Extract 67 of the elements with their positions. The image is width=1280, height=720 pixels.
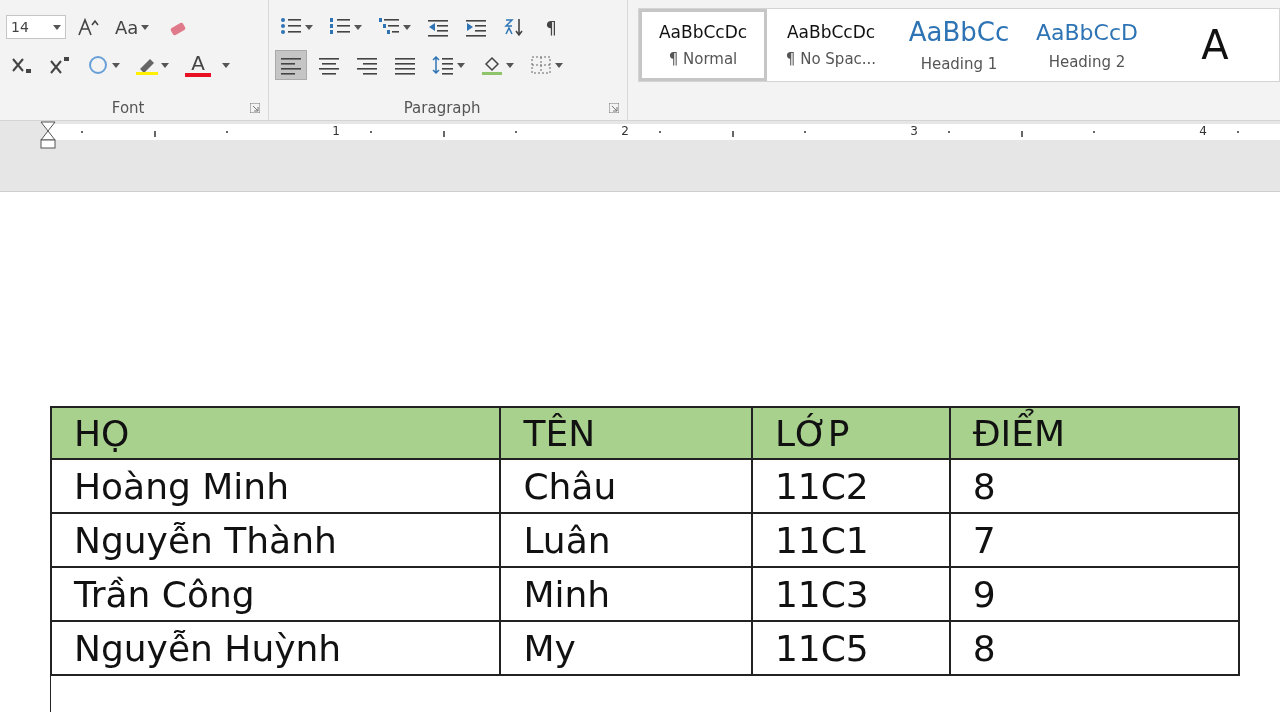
grow-font-icon [77, 17, 99, 37]
line-spacing-icon [432, 55, 455, 75]
dialog-launcher-icon[interactable] [609, 103, 619, 113]
table-cell: 9 [949, 567, 1239, 621]
table-cell: 11C5 [751, 621, 950, 675]
align-button[interactable] [275, 50, 308, 80]
caret-icon [354, 24, 363, 30]
caret-icon [457, 62, 466, 68]
show-marks-button[interactable]: ¶ [536, 12, 567, 42]
column-header: TÊN [500, 407, 752, 459]
dialog-launcher-icon[interactable] [250, 103, 261, 113]
table-cell: My [500, 621, 752, 675]
numbered-list-icon [329, 17, 352, 37]
table-cell: 11C2 [751, 459, 950, 513]
ruler-number: 1 [332, 124, 340, 138]
bullet-list-icon [280, 17, 303, 37]
ruler-number: 2 [621, 124, 629, 138]
change-case-button[interactable]: Aa [110, 12, 155, 42]
group-label: Paragraph [403, 99, 481, 117]
caret-icon [506, 62, 515, 68]
multilevel-list-icon [378, 17, 401, 37]
sort-icon [503, 17, 526, 37]
align-icon [280, 55, 303, 75]
outdent-icon [427, 17, 450, 37]
caret-icon [403, 24, 412, 30]
table-cell: Nguyễn Huỳnh [51, 621, 501, 675]
caret-icon [222, 62, 230, 68]
table-cell: 11C3 [751, 567, 950, 621]
align-icon [394, 55, 417, 75]
table-cell: 11C1 [751, 513, 950, 567]
caret-icon [161, 62, 169, 68]
align-icon [356, 55, 379, 75]
ruler-number: 4 [1199, 124, 1207, 138]
text-effects-icon [87, 55, 109, 75]
caret-icon [141, 24, 150, 30]
caret-icon [53, 24, 61, 30]
font-size-field[interactable]: 14 [6, 15, 66, 39]
style-option[interactable]: AaBbCc Heading 1 [895, 9, 1023, 81]
style-option[interactable]: A [1151, 9, 1279, 81]
paint-bucket-icon [481, 55, 504, 75]
indent-icon [465, 17, 488, 37]
column-header: HỌ [51, 407, 501, 459]
superscript-icon [49, 55, 71, 75]
table-cell: 7 [949, 513, 1239, 567]
align-icon [318, 55, 341, 75]
ruler-number: 3 [910, 124, 918, 138]
table-cell: Hoàng Minh [51, 459, 501, 513]
font-color-swatch [185, 73, 211, 77]
font-color-button[interactable]: A [180, 50, 216, 80]
style-option[interactable]: AaBbCcDc ¶ No Spac... [767, 9, 895, 81]
table-cell: Trần Công [51, 567, 501, 621]
group-label: Font [111, 99, 145, 117]
column-header: ĐIỂM [949, 407, 1239, 459]
column-header: LỚP [751, 407, 950, 459]
table-cell: Nguyễn Thành [51, 513, 501, 567]
borders-icon [530, 55, 553, 75]
caret-icon [555, 62, 564, 68]
table-cell: 8 [949, 621, 1239, 675]
table-cell: Minh [500, 567, 752, 621]
style-option[interactable]: AaBbCcD Heading 2 [1023, 9, 1151, 81]
table-cell: 8 [949, 459, 1239, 513]
table-cell: Luân [500, 513, 752, 567]
caret-icon [305, 24, 314, 30]
style-option[interactable]: AaBbCcDc ¶ Normal [639, 9, 767, 81]
indent-marker-icon[interactable] [40, 121, 56, 149]
caret-icon [112, 62, 120, 68]
table-cell: Châu [500, 459, 752, 513]
